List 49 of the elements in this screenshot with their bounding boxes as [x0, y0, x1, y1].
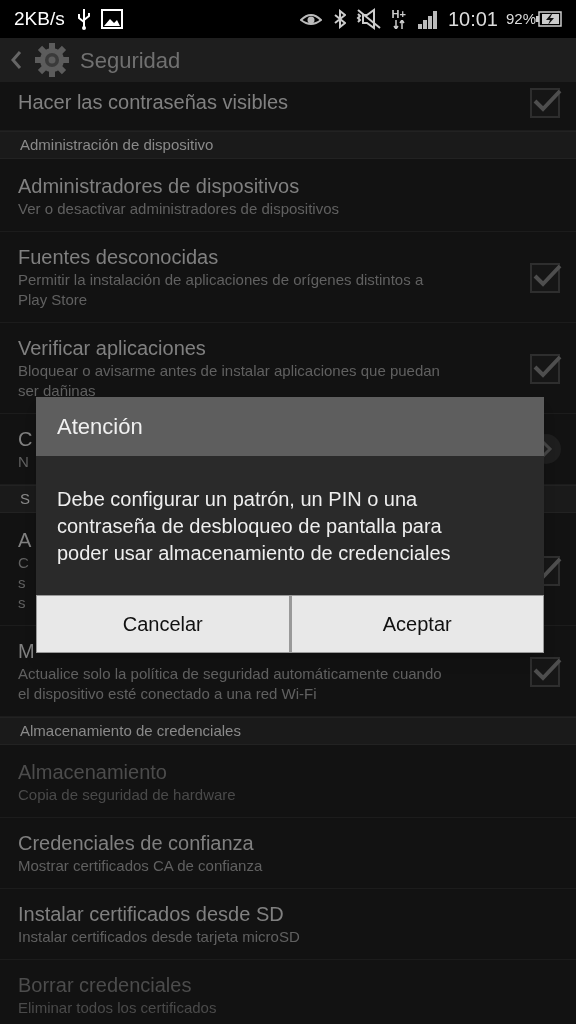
item-title: C: [18, 427, 33, 452]
checkbox[interactable]: [530, 261, 562, 293]
section-header: Administración de dispositivo: [0, 131, 576, 159]
item-summary: Eliminar todos los certificados: [18, 998, 217, 1018]
item-title: A: [18, 528, 32, 553]
settings-item[interactable]: Fuentes desconocidas Permitir la instalación de aplicaciones de orígenes distintos a Play Store: [0, 232, 576, 323]
item-summary: C s s: [18, 553, 29, 613]
battery-percent: 92%: [505, 8, 536, 29]
settings-item[interactable]: Credenciales de confianza Mostrar certificados CA de confianza: [0, 818, 576, 889]
section-header: Almacenamiento de credenciales: [0, 717, 576, 745]
gear-icon: [34, 42, 70, 78]
item-summary: Mostrar certificados CA de confianza: [18, 856, 263, 876]
usb-icon: [76, 8, 91, 30]
item-summary: Ver o desactivar administradores de dispositivos: [18, 199, 339, 219]
back-icon[interactable]: [10, 50, 22, 70]
data-arrows-icon: [392, 20, 405, 29]
item-title: Credenciales de confianza: [18, 831, 254, 856]
settings-item[interactable]: Instalar certificados desde SD Instalar certificados desde tarjeta microSD: [0, 889, 576, 960]
item-title: M: [18, 639, 35, 664]
item-title: Administradores de dispositivos: [18, 174, 300, 199]
settings-item[interactable]: Administradores de dispositivos Ver o desactivar administradores de dispositivos: [0, 161, 576, 232]
dialog-button[interactable]: Aceptar: [291, 596, 543, 652]
checkbox[interactable]: [530, 655, 562, 687]
clock: 10:01: [447, 7, 498, 32]
dialog-title: Atención: [57, 413, 143, 441]
checkbox[interactable]: [530, 352, 562, 384]
item-summary: Permitir la instalación de aplicaciones de orígenes distintos a Play Store: [18, 270, 424, 310]
item-title: Almacenamiento: [18, 760, 167, 785]
item-title: Verificar aplicaciones: [18, 336, 206, 361]
dialog-button[interactable]: Cancelar: [37, 596, 289, 652]
item-summary: Instalar certificados desde tarjeta microSD: [18, 927, 300, 947]
item-summary: Actualice solo la política de seguridad automáticamente cuando el dispositivo esté conectado a una red Wi-Fi: [18, 664, 442, 704]
item-title: Fuentes desconocidas: [18, 245, 219, 270]
eye-icon: [299, 11, 322, 27]
signal-icon: [417, 9, 438, 29]
bluetooth-icon: [333, 9, 346, 29]
checkbox[interactable]: [530, 86, 562, 118]
item-summary: N: [18, 452, 29, 472]
item-summary: Copia de seguridad de hardware: [18, 785, 236, 805]
item-title: Hacer las contraseñas visibles: [18, 90, 289, 115]
network-speed: 2KB/s: [14, 6, 65, 31]
item-title: Instalar certificados desde SD: [18, 902, 284, 927]
item-title: Borrar credenciales: [18, 973, 192, 998]
image-icon: [100, 9, 123, 29]
screen-title: Seguridad: [80, 46, 181, 75]
item-summary: Bloquear o avisarme antes de instalar aplicaciones que puedan ser dañinas: [18, 361, 440, 401]
network-type: H+: [391, 9, 406, 20]
battery-charging-icon: [536, 11, 562, 27]
vibrate-mute-icon: [355, 8, 382, 30]
